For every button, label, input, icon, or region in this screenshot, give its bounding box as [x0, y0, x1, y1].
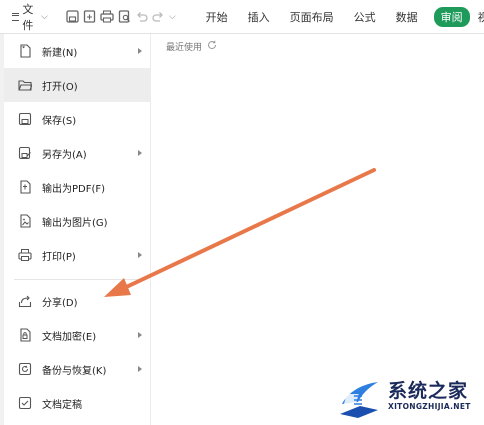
menu-item-save-as[interactable]: 另存为(A)	[4, 136, 150, 170]
chevron-down-icon: ⌵	[41, 11, 48, 22]
menu-divider	[14, 279, 138, 280]
hamburger-icon	[12, 12, 20, 21]
menu-item-finalize[interactable]: 文档定稿	[4, 386, 150, 420]
print-quick-icon[interactable]	[100, 9, 114, 24]
menu-item-export-pdf[interactable]: 输出为PDF(F)	[4, 170, 150, 204]
print-icon	[18, 248, 32, 262]
menu-item-label: 另存为(A)	[42, 149, 87, 161]
file-menu-label: 文件	[22, 2, 34, 32]
file-menu-panel: 新建(N) 打开(O) 保存(S) 另存为(A) 输出为PDF(F) 输出为图片…	[0, 34, 151, 425]
menu-item-label: 打印(P)	[42, 251, 76, 263]
export-quick-icon[interactable]	[83, 9, 96, 24]
finalize-icon	[18, 396, 32, 410]
menu-item-label: 文档加密(E)	[42, 331, 97, 343]
annotation-arrow-shaft	[118, 168, 376, 292]
submenu-arrow-icon	[138, 252, 142, 258]
title-toolbar: 文件 ⌵ ⌵ 开始 插入 页面布局 公式 数据 审阅 视图	[0, 0, 484, 34]
undo-icon[interactable]	[135, 9, 148, 24]
watermark-logo-icon	[340, 382, 378, 418]
menu-item-label: 输出为PDF(F)	[42, 183, 106, 195]
menu-item-save[interactable]: 保存(S)	[4, 102, 150, 136]
menu-item-print[interactable]: 打印(P)	[4, 238, 150, 272]
menu-item-label: 输出为图片(G)	[42, 217, 108, 229]
encrypt-icon	[18, 328, 32, 342]
tab-data[interactable]: 数据	[386, 9, 428, 25]
ribbon-tabs: 开始 插入 页面布局 公式 数据 审阅 视图	[196, 6, 484, 27]
tab-page-layout[interactable]: 页面布局	[280, 9, 344, 25]
backup-icon	[18, 362, 32, 376]
menu-item-label: 新建(N)	[42, 47, 78, 59]
menu-item-new[interactable]: 新建(N)	[4, 34, 150, 68]
menu-item-label: 保存(S)	[42, 115, 77, 127]
submenu-arrow-icon	[138, 48, 142, 54]
new-file-icon	[18, 44, 32, 58]
menu-item-share[interactable]: 分享(D)	[4, 284, 150, 318]
tab-view[interactable]: 视图	[476, 9, 484, 25]
menu-item-export-image[interactable]: 输出为图片(G)	[4, 204, 150, 238]
customize-chevron-icon[interactable]: ⌵	[169, 9, 176, 24]
submenu-arrow-icon	[138, 332, 142, 338]
tab-insert[interactable]: 插入	[238, 9, 280, 25]
tab-review[interactable]: 审阅	[433, 6, 470, 27]
tab-formulas[interactable]: 公式	[344, 9, 386, 25]
image-icon	[18, 214, 32, 228]
save-quick-icon[interactable]	[66, 9, 79, 24]
save-icon	[18, 112, 32, 126]
menu-item-label: 备份与恢复(K)	[42, 365, 107, 377]
tab-home[interactable]: 开始	[196, 9, 238, 25]
menu-item-encrypt[interactable]: 文档加密(E)	[4, 318, 150, 352]
recent-label: 最近使用	[166, 43, 203, 53]
file-menu-button[interactable]: 文件 ⌵	[8, 2, 52, 32]
refresh-icon[interactable]	[207, 40, 217, 53]
save-as-icon	[18, 146, 32, 160]
watermark: 系统之家 XITONGZHIJIA.NET	[338, 372, 478, 422]
open-folder-icon	[18, 78, 32, 92]
menu-item-label: 文档定稿	[42, 399, 82, 411]
menu-item-open[interactable]: 打开(O)	[4, 68, 150, 102]
menu-item-label: 打开(O)	[42, 81, 78, 93]
submenu-arrow-icon	[138, 150, 142, 156]
watermark-url: XITONGZHIJIA.NET	[388, 402, 471, 411]
menu-item-label: 分享(D)	[42, 297, 78, 309]
recent-files-header: 最近使用	[166, 40, 217, 53]
share-icon	[18, 294, 32, 308]
print-preview-quick-icon[interactable]	[118, 9, 131, 24]
menu-item-backup-restore[interactable]: 备份与恢复(K)	[4, 352, 150, 386]
redo-icon[interactable]	[152, 9, 165, 24]
submenu-arrow-icon	[138, 366, 142, 372]
watermark-title: 系统之家	[388, 380, 469, 402]
pdf-icon	[18, 180, 32, 194]
